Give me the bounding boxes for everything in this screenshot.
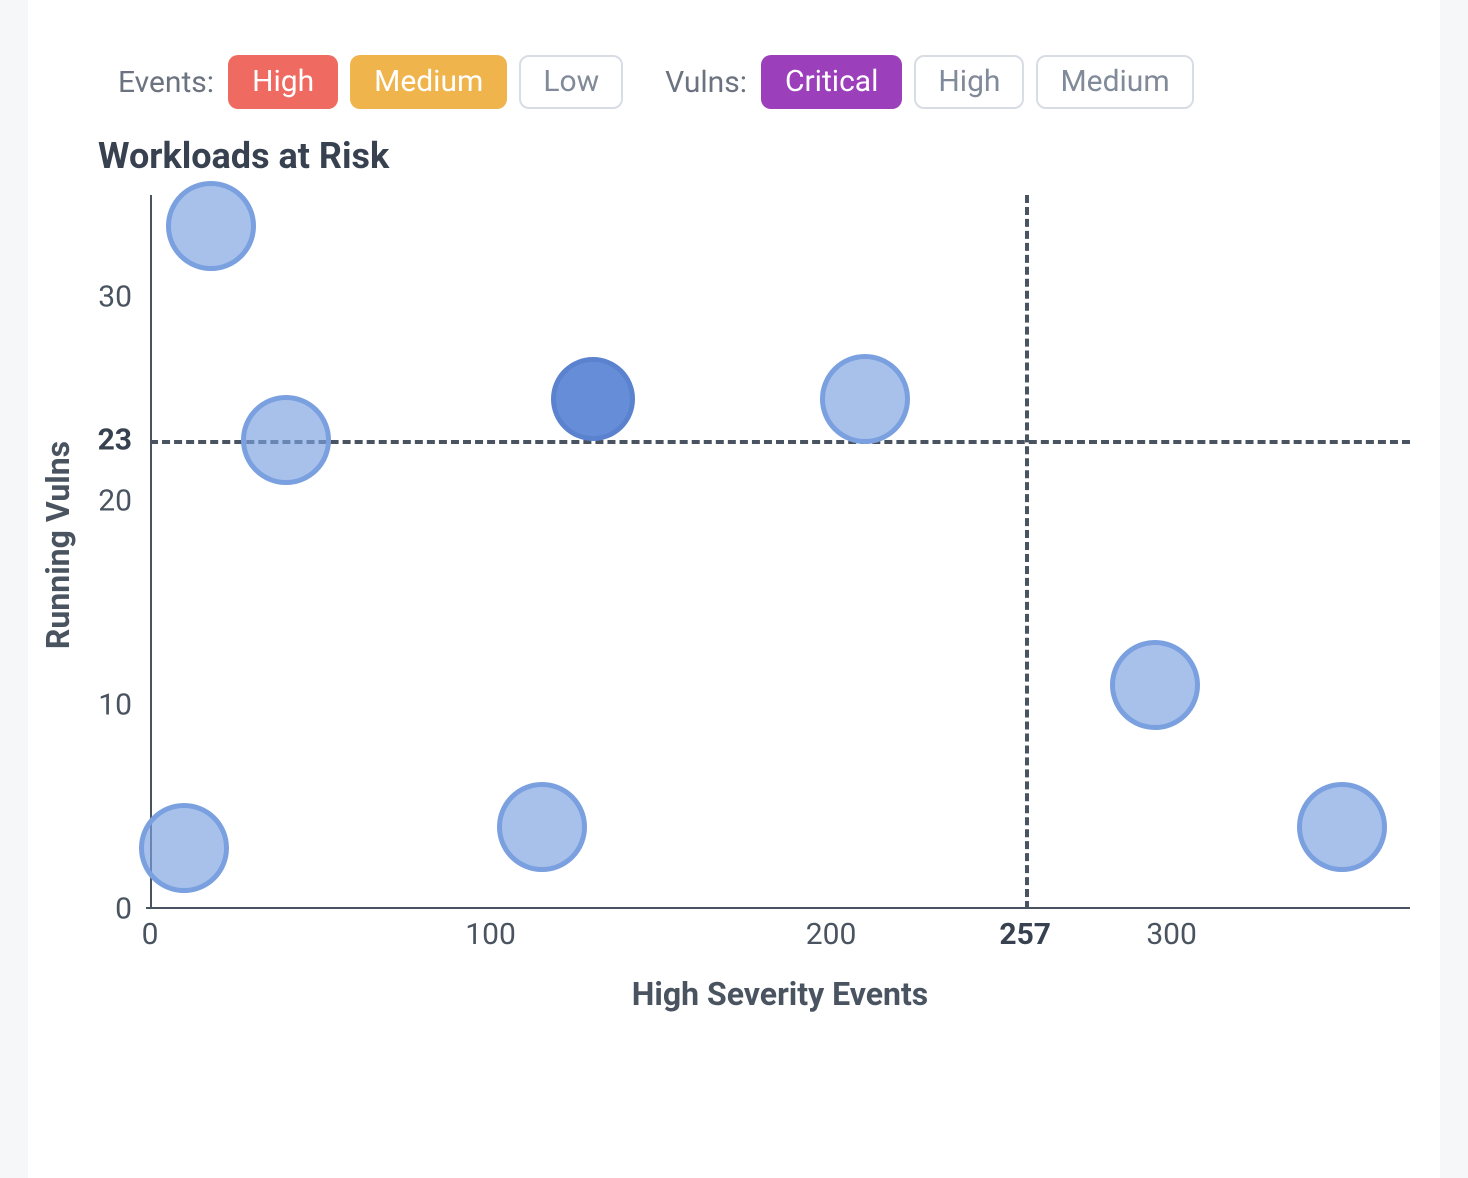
y-tick: 10 [98, 688, 150, 723]
reference-line-x [1025, 195, 1029, 909]
x-tick: 300 [1146, 895, 1197, 952]
vulns-filter-high[interactable]: High [914, 55, 1024, 109]
bubble-point[interactable] [497, 782, 587, 872]
vulns-filter-medium[interactable]: Medium [1036, 55, 1193, 109]
vulns-filter-critical[interactable]: Critical [761, 55, 902, 109]
chart-title: Workloads at Risk [98, 135, 389, 177]
events-filter-medium[interactable]: Medium [350, 55, 507, 109]
y-axis-label: Running Vulns [39, 441, 77, 649]
chart-card: Events: High Medium Low Vulns: Critical … [28, 0, 1440, 1178]
x-tick: 100 [465, 895, 516, 952]
bubble-point[interactable] [551, 357, 635, 441]
x-axis-line [146, 907, 1410, 909]
reference-line-y [150, 440, 1410, 444]
events-filter-low[interactable]: Low [519, 55, 623, 109]
bubble-point[interactable] [241, 395, 331, 485]
events-filter-high[interactable]: High [228, 55, 338, 109]
bubble-point[interactable] [139, 803, 229, 893]
x-axis-label: High Severity Events [150, 975, 1410, 1013]
x-tick: 200 [806, 895, 857, 952]
bubble-point[interactable] [1110, 640, 1200, 730]
bubble-point[interactable] [1297, 782, 1387, 872]
x-tick: 257 [999, 895, 1051, 952]
scatter-plot: Running Vulns High Severity Events 01020… [150, 195, 1410, 895]
filter-bar: Events: High Medium Low Vulns: Critical … [118, 55, 1194, 109]
x-tick: 0 [142, 895, 159, 952]
y-tick: 20 [98, 484, 150, 519]
events-filter-label: Events: [118, 65, 214, 100]
y-tick: 23 [98, 422, 150, 457]
vulns-filter-label: Vulns: [665, 65, 747, 100]
bubble-point[interactable] [820, 354, 910, 444]
y-axis-line [150, 195, 152, 909]
y-tick: 30 [98, 280, 150, 315]
bubble-point[interactable] [166, 181, 256, 271]
